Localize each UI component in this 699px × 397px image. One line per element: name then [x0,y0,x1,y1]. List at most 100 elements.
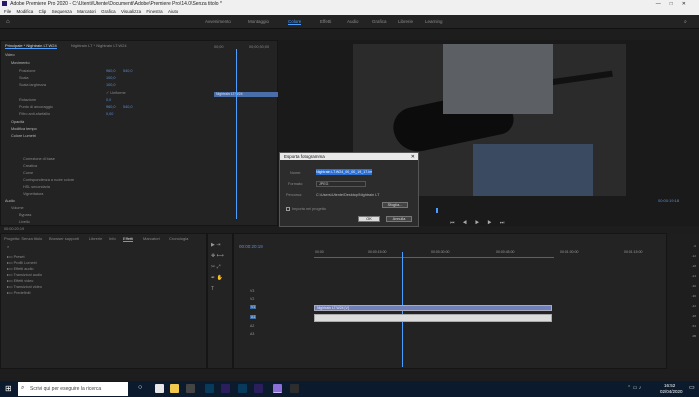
tab-sequence[interactable]: Nightrain LT * Nightrain LT.W24 [71,43,127,48]
premiere-icon[interactable] [254,384,263,393]
workspace-tab[interactable]: Librerie [398,19,413,24]
transport-controls[interactable]: ⏮◀▶▶⏭ [450,220,512,226]
menu-marcatori[interactable]: Marcatori [77,9,96,14]
search-icon[interactable]: ⌕ [7,244,9,249]
path-label: Percorso: [286,193,303,197]
monitor-playhead[interactable] [436,208,438,213]
window-controls[interactable]: —□✕ [656,0,695,8]
workspace-tab[interactable]: Effetti [320,19,331,24]
value[interactable]: 0,00 [106,112,113,116]
folder-item[interactable]: ▸▭ Preset [7,254,25,259]
workspace-tab[interactable]: Avvenimento [205,19,231,24]
folder-item[interactable]: ▸▭ Predefiniti [7,290,30,295]
workspace-tab[interactable]: Audio [347,19,359,24]
effect-row[interactable]: Livello [19,220,30,224]
menu-aiuto[interactable]: Aiuto [168,9,178,14]
effect-row[interactable]: Corrispondenza a ruote colore [23,178,74,182]
folder-item[interactable]: ▸▭ Transizioni audio [7,272,42,277]
chrome-icon[interactable] [155,384,164,393]
effect-row[interactable]: HSL secondaria [23,185,50,189]
playhead-line[interactable] [236,49,237,219]
menu-grafica[interactable]: Grafica [101,9,116,14]
track-label[interactable]: V1 [250,305,257,309]
folder-label: Preset [13,255,25,259]
effect-row[interactable]: Correzione di base [23,157,55,161]
effect-row[interactable]: Modifica tempo [11,127,37,131]
tab-principale[interactable]: Principale * Nightrain LT.W24 [5,43,57,49]
store-icon[interactable] [186,384,195,393]
tab-libraries[interactable]: Librerie [89,236,102,241]
workspace-tab[interactable]: Learning [425,19,443,24]
menu-clip[interactable]: Clip [39,9,47,14]
tab-effects[interactable]: Effetti [123,236,134,242]
audio-clip[interactable] [314,314,552,322]
value[interactable]: 0,0 [106,98,111,102]
app-icon[interactable] [290,384,299,393]
name-input[interactable]: Nightrain LT.W24_00_00_19_17.Immagine001 [316,169,372,175]
premiere-icon[interactable] [221,384,230,393]
ruler-label: 00:00:30:00 [431,250,450,254]
home-icon[interactable]: ⌂ [6,19,10,25]
folder-item[interactable]: ▸▭ Transizioni video [7,284,42,289]
search-icon[interactable]: ⌕ [684,19,687,25]
menu-finestra[interactable]: Finestra [146,9,162,14]
clock-time[interactable]: 16:52 [664,383,675,388]
windows-start-icon[interactable]: ⊞ [5,384,12,393]
photoshop-icon[interactable] [238,384,247,393]
effect-row[interactable]: Volume [11,206,24,210]
folder-item[interactable]: ▸▭ Effetti audio [7,266,34,271]
title-bar: Adobe Premiere Pro 2020 - C:\Utenti\Uten… [0,0,699,8]
section-video: Video [5,53,15,57]
effect-row[interactable]: Opacità [11,120,24,124]
value[interactable]: 960,0 [106,69,116,73]
effect-row[interactable]: Bypass [19,213,31,217]
value[interactable]: 540,0 [123,105,133,109]
folder-item[interactable]: ▸▭ Profili Lumetri [7,260,37,265]
tab-project[interactable]: Progetto: Senza titolo [4,236,42,241]
import-checkbox[interactable] [286,207,290,211]
tray-icons[interactable]: ⌃ ▭ ♪ [627,385,641,391]
effect-row[interactable]: Curve [23,171,33,175]
task-view-icon[interactable]: ○ [138,384,142,391]
meter-scale: -6 -12 -18 -24 -30 -36 -42 -48 -54 dB [691,244,696,338]
track-label[interactable]: A1 [250,315,257,319]
workspace-tab[interactable]: Montaggio [248,19,269,24]
search-box[interactable]: ⌕ Scrivi qui per eseguire la ricerca [18,382,128,396]
value[interactable]: 540,0 [123,69,133,73]
tab-media-browser[interactable]: Browser supporti [49,236,79,241]
cancel-button[interactable]: Annulla [386,216,412,222]
close-icon[interactable]: ✕ [411,154,415,160]
value[interactable]: 100,0 [106,83,116,87]
effect-row[interactable]: Vignettatura [23,192,43,196]
file-explorer-icon[interactable] [170,384,179,393]
video-clip[interactable]: Nightrain LT.W24 [V] [314,305,552,311]
clock-date[interactable]: 02/04/2020 [660,389,683,394]
menu-visualizza[interactable]: Visualizza [121,9,141,14]
menu-modifica[interactable]: Modifica [17,9,34,14]
premiere-icon [2,1,7,7]
workspace-tab[interactable]: Grafica [372,19,387,24]
tab-history[interactable]: Cronologia [169,236,188,241]
effect-row[interactable]: Creativa [23,164,37,168]
effect-row[interactable]: Colore Lumetri [11,134,36,138]
menu-sequenza[interactable]: Sequenza [52,9,72,14]
menu-file[interactable]: File [4,9,11,14]
ok-button[interactable]: OK [358,216,380,222]
tab-markers[interactable]: Marcatori [143,236,160,241]
clip-bar[interactable]: Nightrain LT.W24 [214,92,278,97]
timeline-timecode[interactable]: 00:00:20:19 [239,244,263,249]
value[interactable]: 960,0 [106,105,116,109]
folder-item[interactable]: ▸▭ Effetti video [7,278,33,283]
value[interactable]: 100,0 [106,76,116,80]
premiere-active-icon[interactable] [273,384,282,393]
tool-icons[interactable]: ▶ ⇥ ✥ ⟷ ✂ ⤢ ✒ ✋ T [211,240,231,295]
work-area-bar[interactable] [314,257,554,258]
effect-row[interactable]: Movimento [11,61,30,65]
photoshop-icon[interactable] [205,384,214,393]
browse-button[interactable]: Sfoglia... [382,202,408,208]
format-select[interactable]: JPEG [316,181,366,187]
uniform-checkbox[interactable]: ✓ Uniforme [106,90,126,95]
workspace-tab-active[interactable]: Colore [288,19,302,25]
tab-info[interactable]: Info [109,236,116,241]
notification-icon[interactable]: ▭ [689,384,695,391]
